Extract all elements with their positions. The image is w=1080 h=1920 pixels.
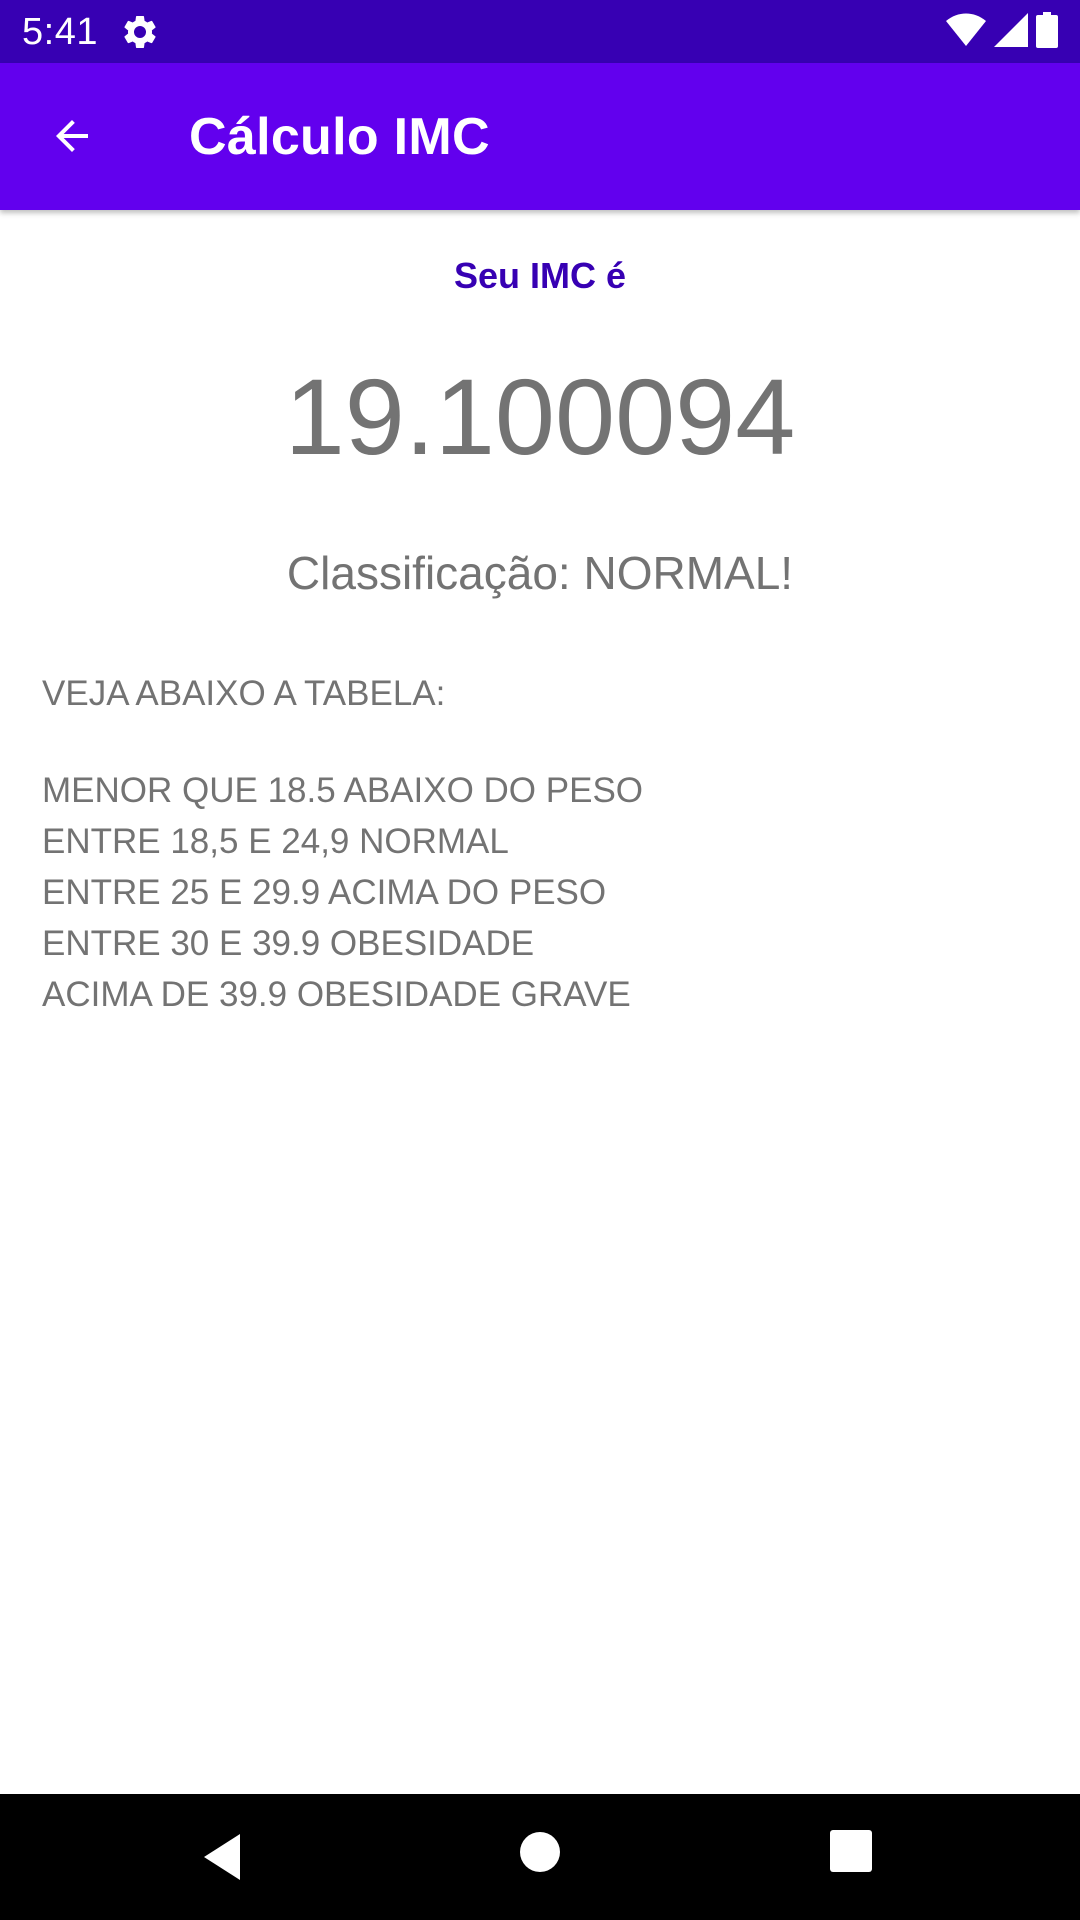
cell-signal-icon bbox=[994, 12, 1028, 52]
nav-home-icon[interactable] bbox=[520, 1832, 560, 1872]
imc-label: Seu IMC é bbox=[453, 255, 627, 296]
screen: 5:41 Cálculo IMC Seu IMC é 19.100094 Cla… bbox=[0, 0, 1080, 1920]
page-title: Cálculo IMC bbox=[189, 108, 490, 166]
nav-recents-icon[interactable] bbox=[830, 1830, 872, 1872]
settings-gear-icon bbox=[120, 12, 160, 52]
table-line: ACIMA DE 39.9 OBESIDADE GRAVE bbox=[42, 975, 631, 1014]
classification-text: Classificação: NORMAL! bbox=[286, 547, 794, 599]
table-line: ENTRE 30 E 39.9 OBESIDADE bbox=[42, 924, 535, 963]
imc-table: MENOR QUE 18.5 ABAIXO DO PESO ENTRE 18,5… bbox=[42, 765, 643, 1020]
imc-value: 19.100094 bbox=[284, 356, 796, 477]
table-line: ENTRE 18,5 E 24,9 NORMAL bbox=[42, 822, 509, 861]
table-line: ENTRE 25 E 29.9 ACIMA DO PESO bbox=[42, 873, 607, 912]
arrow-back-icon bbox=[48, 112, 96, 165]
status-time: 5:41 bbox=[22, 11, 98, 53]
table-line: MENOR QUE 18.5 ABAIXO DO PESO bbox=[42, 771, 644, 810]
table-heading: VEJA ABAIXO A TABELA: bbox=[42, 674, 446, 713]
wifi-icon bbox=[946, 13, 986, 52]
navigation-bar bbox=[0, 1794, 1080, 1920]
status-icons bbox=[946, 11, 1058, 53]
status-bar: 5:41 bbox=[0, 0, 1080, 63]
nav-back-icon[interactable] bbox=[200, 1830, 254, 1884]
battery-icon bbox=[1036, 11, 1058, 53]
back-button[interactable] bbox=[40, 106, 104, 170]
app-bar: Cálculo IMC bbox=[0, 63, 1080, 210]
